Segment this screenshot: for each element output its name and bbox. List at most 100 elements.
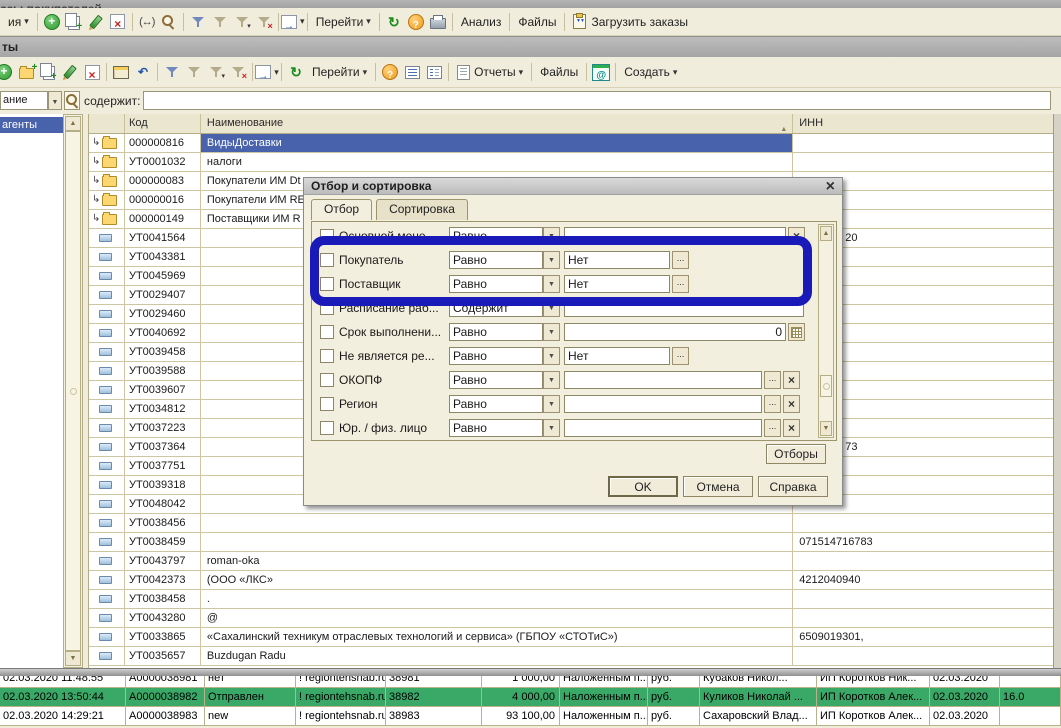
order-row[interactable]: 02.03.2020 11:48:55А0000038981нет! regio… — [0, 676, 1061, 688]
tree-scrollbar[interactable] — [63, 114, 83, 668]
list-settings-button[interactable] — [401, 61, 423, 83]
filter-checkbox[interactable] — [320, 373, 334, 387]
copy-button[interactable] — [63, 11, 85, 33]
table-row[interactable]: УТ0033865«Сахалинский техникум отраслевы… — [89, 628, 1053, 647]
condition-dropdown-button[interactable] — [543, 323, 560, 341]
scroll-down-button[interactable] — [65, 651, 81, 666]
filter-button[interactable] — [183, 61, 205, 83]
condition-field[interactable]: Равно — [449, 323, 543, 341]
ellipsis-button[interactable] — [672, 347, 689, 365]
header-icon-column[interactable] — [89, 114, 125, 133]
ok-button[interactable]: OK — [608, 476, 678, 497]
filter-value-field[interactable] — [564, 371, 762, 389]
filter-value-field[interactable] — [564, 395, 762, 413]
goto-menu-button[interactable]: Перейти — [307, 61, 372, 83]
clear-button[interactable] — [783, 395, 800, 413]
filter-set-button[interactable] — [187, 11, 209, 33]
scroll-thumb[interactable] — [65, 131, 81, 651]
cancel-button[interactable]: Отмена — [683, 476, 753, 497]
refresh-button[interactable] — [285, 61, 307, 83]
filter-checkbox[interactable] — [320, 397, 334, 411]
add-group-button[interactable] — [15, 61, 37, 83]
table-row[interactable]: УТ0042373(ООО «ЛКС»4212040940 — [89, 571, 1053, 590]
tab-filter[interactable]: Отбор — [311, 199, 372, 220]
condition-field[interactable]: Равно — [449, 419, 543, 437]
goto-menu-button[interactable]: Перейти — [311, 11, 376, 33]
scroll-thumb[interactable] — [820, 375, 832, 397]
export-button[interactable] — [256, 61, 278, 83]
filter-checkbox[interactable] — [320, 421, 334, 435]
tab-sort[interactable]: Сортировка — [376, 199, 468, 220]
print-button[interactable] — [427, 11, 449, 33]
search-column-selector[interactable]: ание — [0, 91, 48, 110]
table-row[interactable]: УТ0038459071514716783 — [89, 533, 1053, 552]
search-column-dropdown-button[interactable] — [48, 91, 62, 110]
filter-value-field[interactable] — [564, 419, 762, 437]
analysis-button[interactable]: Анализ — [456, 11, 507, 33]
scroll-up-button[interactable] — [65, 116, 81, 131]
ellipsis-button[interactable] — [764, 419, 781, 437]
load-orders-button[interactable]: Загрузить заказы — [568, 11, 692, 33]
filter-menu-button[interactable]: ▾ — [205, 61, 227, 83]
filter-clear-button[interactable]: × — [227, 61, 249, 83]
dialog-close-button[interactable] — [826, 179, 835, 194]
help-button[interactable] — [405, 11, 427, 33]
scroll-up-button[interactable] — [820, 226, 832, 241]
header-code-column[interactable]: Код — [125, 114, 201, 133]
create-menu-button[interactable]: Создать — [619, 61, 682, 83]
table-row[interactable]: УТ0038458. — [89, 590, 1053, 609]
table-row[interactable]: УТ0043797 roman-oka — [89, 552, 1053, 571]
tree-item-counterparties[interactable]: агенты — [0, 117, 63, 133]
clear-button[interactable] — [783, 371, 800, 389]
files-button[interactable]: Файлы — [535, 61, 583, 83]
search-button[interactable] — [64, 91, 80, 110]
filter-menu-button[interactable]: ▾ — [231, 11, 253, 33]
find-button[interactable] — [158, 11, 180, 33]
table-row[interactable]: УТ0035657Buzdugan Radu — [89, 647, 1053, 666]
refresh-button[interactable] — [383, 11, 405, 33]
condition-dropdown-button[interactable] — [543, 371, 560, 389]
hierarchy-view-button[interactable] — [110, 61, 132, 83]
condition-field[interactable]: Равно — [449, 371, 543, 389]
scroll-down-button[interactable] — [820, 421, 832, 436]
filter-set-button[interactable] — [161, 61, 183, 83]
table-row[interactable]: УТ0038456 — [89, 514, 1053, 533]
filter-value-field[interactable]: Нет — [564, 347, 670, 365]
filter-checkbox[interactable] — [320, 325, 334, 339]
condition-field[interactable]: Равно — [449, 395, 543, 413]
columns-setup-button[interactable] — [423, 61, 445, 83]
ellipsis-button[interactable] — [764, 395, 781, 413]
export-button[interactable] — [282, 11, 304, 33]
edit-button[interactable] — [59, 61, 81, 83]
filter-list-scrollbar[interactable] — [818, 224, 834, 438]
search-input[interactable] — [143, 91, 1051, 110]
table-row[interactable]: УТ0001032налоги — [89, 153, 1053, 172]
horizontal-splitter[interactable] — [0, 668, 1061, 676]
email-button[interactable] — [590, 61, 612, 83]
edit-button[interactable] — [85, 11, 107, 33]
saved-filters-button[interactable]: Отборы — [766, 444, 826, 464]
clear-button[interactable] — [783, 419, 800, 437]
files-button[interactable]: Файлы — [513, 11, 561, 33]
condition-field[interactable]: Равно — [449, 347, 543, 365]
move-to-group-button[interactable] — [132, 61, 154, 83]
help-button[interactable]: Справка — [758, 476, 828, 497]
filter-value-field[interactable]: 0 — [564, 323, 786, 341]
column-width-button[interactable] — [136, 11, 158, 33]
header-name-column[interactable]: Наименование — [201, 114, 793, 133]
delete-button[interactable] — [81, 61, 103, 83]
add-button[interactable] — [41, 11, 63, 33]
delete-button[interactable] — [107, 11, 129, 33]
order-row[interactable]: 02.03.2020 13:50:44А0000038982Отправлен!… — [0, 688, 1061, 707]
actions-menu-button[interactable]: ия — [3, 11, 34, 33]
condition-dropdown-button[interactable] — [543, 395, 560, 413]
filter-checkbox[interactable] — [320, 349, 334, 363]
filter-clear-button[interactable]: × — [253, 11, 275, 33]
reports-menu-button[interactable]: Отчеты — [452, 61, 528, 83]
header-inn-column[interactable]: ИНН — [793, 114, 1053, 133]
condition-dropdown-button[interactable] — [543, 419, 560, 437]
table-row[interactable]: 000000816ВидыДоставки — [89, 134, 1053, 153]
calc-button[interactable] — [788, 323, 805, 341]
order-row[interactable]: 02.03.2020 14:29:21А0000038983new! regio… — [0, 707, 1061, 726]
table-row[interactable]: УТ0043280@ — [89, 609, 1053, 628]
